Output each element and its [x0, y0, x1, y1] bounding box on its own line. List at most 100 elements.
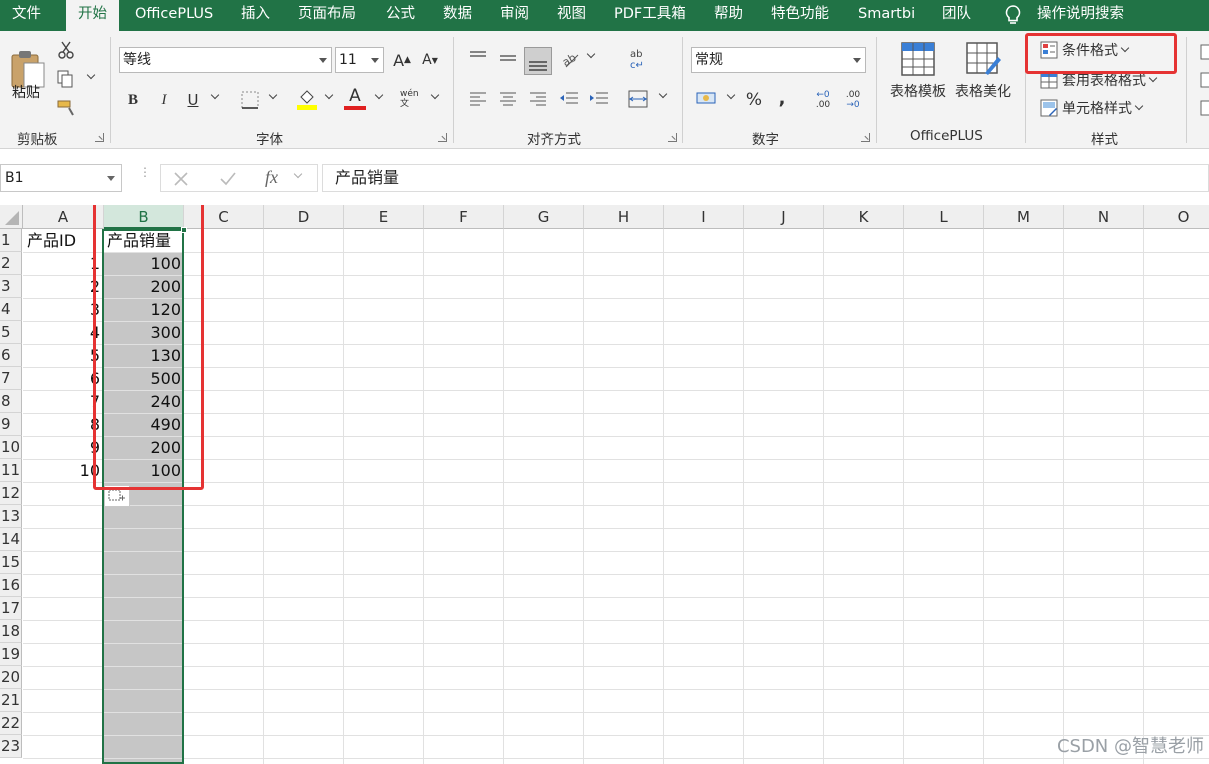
borders-dropdown-chevron-icon[interactable]	[268, 90, 278, 100]
cell-a2[interactable]: 1	[24, 252, 103, 275]
cell-a10[interactable]: 9	[24, 436, 103, 459]
tab-help[interactable]: 帮助	[714, 0, 743, 31]
row-header-3[interactable]: 3	[0, 275, 22, 298]
row-header-16[interactable]: 16	[0, 574, 22, 597]
column-header-k[interactable]: K	[824, 205, 904, 229]
font-name-select[interactable]: 等线	[119, 47, 332, 73]
cell-a1[interactable]: 产品ID	[27, 229, 103, 252]
row-header-2[interactable]: 2	[0, 252, 22, 275]
align-bottom-button[interactable]	[524, 47, 552, 75]
cell-a8[interactable]: 7	[24, 390, 103, 413]
borders-icon[interactable]	[240, 90, 260, 110]
fill-color-dropdown-chevron-icon[interactable]	[324, 90, 334, 100]
format-painter-icon[interactable]	[57, 99, 77, 117]
italic-icon[interactable]: I	[155, 89, 173, 111]
cells-group-partial[interactable]	[1198, 43, 1209, 123]
row-header-22[interactable]: 22	[0, 712, 22, 735]
align-center-icon[interactable]	[498, 91, 518, 107]
increase-font-size-icon[interactable]: A ▲	[392, 49, 412, 71]
align-top-icon[interactable]	[468, 49, 488, 65]
cell-styles-button[interactable]: 单元格样式	[1040, 97, 1170, 119]
bold-icon[interactable]: B	[124, 89, 142, 111]
tab-review[interactable]: 审阅	[500, 0, 529, 31]
tab-formulas[interactable]: 公式	[386, 0, 415, 31]
font-size-select[interactable]: 11	[335, 47, 384, 73]
column-header-m[interactable]: M	[984, 205, 1064, 229]
column-header-h[interactable]: H	[584, 205, 664, 229]
accounting-dropdown-chevron-icon[interactable]	[726, 90, 736, 100]
tab-file[interactable]: 文件	[12, 0, 41, 31]
insert-function-icon[interactable]: fx	[265, 167, 278, 188]
align-right-icon[interactable]	[528, 91, 548, 107]
underline-dropdown-chevron-icon[interactable]	[210, 90, 220, 100]
formula-input[interactable]: 产品销量	[322, 164, 1209, 192]
row-header-6[interactable]: 6	[0, 344, 22, 367]
cell-a3[interactable]: 2	[24, 275, 103, 298]
wrap-text-icon[interactable]: abc↵	[628, 47, 648, 71]
column-header-i[interactable]: I	[664, 205, 744, 229]
tab-smartbi[interactable]: Smartbi	[858, 0, 915, 31]
name-box[interactable]: B1	[0, 164, 122, 192]
column-header-o[interactable]: O	[1144, 205, 1209, 229]
decrease-indent-icon[interactable]	[558, 90, 580, 108]
row-header-15[interactable]: 15	[0, 551, 22, 574]
column-header-f[interactable]: F	[424, 205, 504, 229]
table-beautify-button[interactable]: 表格美化	[951, 39, 1015, 103]
row-header-9[interactable]: 9	[0, 413, 22, 436]
font-color-icon[interactable]: A	[344, 86, 366, 106]
row-header-23[interactable]: 23	[0, 735, 22, 758]
cell-a5[interactable]: 4	[24, 321, 103, 344]
column-header-j[interactable]: J	[744, 205, 824, 229]
tab-officeplus[interactable]: OfficePLUS	[135, 0, 213, 31]
merge-center-icon[interactable]	[627, 89, 649, 109]
tab-view[interactable]: 视图	[557, 0, 586, 31]
alignment-launcher-icon[interactable]	[668, 133, 677, 142]
row-header-8[interactable]: 8	[0, 390, 22, 413]
align-middle-icon[interactable]	[498, 51, 518, 67]
cell-a4[interactable]: 3	[24, 298, 103, 321]
select-all-button[interactable]	[0, 205, 23, 229]
cell-a11[interactable]: 10	[24, 459, 103, 482]
orientation-dropdown-chevron-icon[interactable]	[586, 49, 596, 59]
underline-icon[interactable]: U	[184, 89, 202, 111]
fill-color-icon[interactable]	[296, 87, 318, 111]
tab-team[interactable]: 团队	[942, 0, 971, 31]
column-header-e[interactable]: E	[344, 205, 424, 229]
cell-a7[interactable]: 6	[24, 367, 103, 390]
column-header-a[interactable]: A	[23, 205, 104, 229]
copy-icon[interactable]	[56, 70, 76, 88]
row-header-20[interactable]: 20	[0, 666, 22, 689]
accounting-format-icon[interactable]	[695, 89, 719, 109]
tab-insert[interactable]: 插入	[241, 0, 270, 31]
copy-dropdown-chevron-icon[interactable]	[86, 70, 96, 80]
worksheet-grid[interactable]: A B C D E F G H I J K L M N O 1 2 3 4 5 …	[0, 205, 1209, 764]
row-header-5[interactable]: 5	[0, 321, 22, 344]
phonetic-dropdown-chevron-icon[interactable]	[430, 90, 440, 100]
decrease-font-size-icon[interactable]: A ▼	[420, 49, 440, 71]
column-header-g[interactable]: G	[504, 205, 584, 229]
row-header-11[interactable]: 11	[0, 459, 22, 482]
cut-icon[interactable]	[58, 41, 74, 59]
column-header-l[interactable]: L	[904, 205, 984, 229]
table-template-button[interactable]: 表格模板	[886, 39, 950, 103]
decrease-decimal-icon[interactable]: .00 →0	[840, 87, 866, 113]
tab-data[interactable]: 数据	[443, 0, 472, 31]
align-left-icon[interactable]	[468, 91, 488, 107]
row-header-10[interactable]: 10	[0, 436, 22, 459]
row-header-12[interactable]: 12	[0, 482, 22, 505]
tab-pdf-toolbox[interactable]: PDF工具箱	[614, 0, 686, 31]
font-color-dropdown-chevron-icon[interactable]	[374, 90, 384, 100]
enter-check-icon[interactable]	[219, 171, 237, 187]
cell-a6[interactable]: 5	[24, 344, 103, 367]
lightbulb-icon[interactable]	[1003, 4, 1023, 26]
row-header-21[interactable]: 21	[0, 689, 22, 712]
tab-home[interactable]: 开始	[66, 0, 119, 31]
increase-decimal-icon[interactable]: ←0.00	[810, 87, 836, 113]
row-header-4[interactable]: 4	[0, 298, 22, 321]
row-header-13[interactable]: 13	[0, 505, 22, 528]
cell-a9[interactable]: 8	[24, 413, 103, 436]
column-header-n[interactable]: N	[1064, 205, 1144, 229]
column-header-d[interactable]: D	[264, 205, 344, 229]
row-header-18[interactable]: 18	[0, 620, 22, 643]
merge-dropdown-chevron-icon[interactable]	[658, 89, 668, 99]
